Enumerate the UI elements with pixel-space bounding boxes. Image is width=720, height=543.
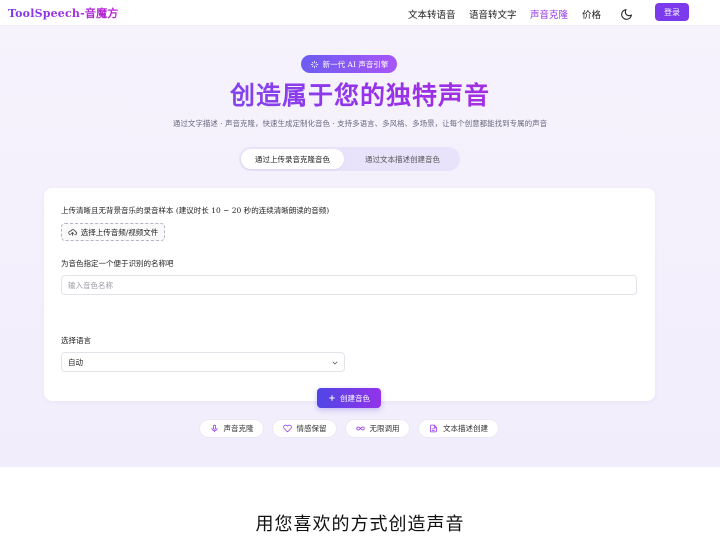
feature-label: 声音克隆 bbox=[223, 424, 254, 433]
feature-chip-text-describe: 文本描述创建 bbox=[418, 419, 499, 438]
nav-link-pricing[interactable]: 价格 bbox=[582, 7, 601, 21]
nav-link-speech-to-text[interactable]: 语音转文字 bbox=[469, 7, 517, 21]
create-voice-button[interactable]: 创建音色 bbox=[317, 388, 381, 408]
plus-icon bbox=[329, 395, 335, 401]
section-heading: 用您喜欢的方式创造声音 bbox=[255, 514, 465, 535]
nav-link-text-to-speech[interactable]: 文本转语音 bbox=[408, 7, 456, 21]
chevron-down-icon bbox=[332, 361, 338, 365]
nav-link-voice-clone[interactable]: 声音克隆 bbox=[530, 7, 568, 21]
tab-upload-clone[interactable]: 通过上传录音克隆音色 bbox=[241, 149, 344, 169]
feature-label: 无限调用 bbox=[369, 424, 400, 433]
mode-tabs: 通过上传录音克隆音色 通过文本描述创建音色 bbox=[239, 147, 460, 171]
tab-text-describe[interactable]: 通过文本描述创建音色 bbox=[347, 149, 458, 169]
upload-label: 上传清晰且无背景音乐的录音样本 (建议时长 10 ~ 20 秒的连续清晰朗读的音… bbox=[61, 206, 330, 215]
feature-chip-unlimited: 无限调用 bbox=[345, 419, 410, 438]
language-label: 选择语言 bbox=[61, 336, 91, 345]
cloud-upload-icon bbox=[68, 228, 77, 236]
sparkle-icon bbox=[310, 60, 318, 68]
create-button-label: 创建音色 bbox=[340, 393, 370, 403]
feature-chip-emotion: 情感保留 bbox=[272, 419, 337, 438]
feature-label: 情感保留 bbox=[296, 424, 327, 433]
top-navbar: ToolSpeech-音魔方 文本转语音 语音转文字 声音克隆 价格 登录 bbox=[0, 0, 720, 26]
brand-logo[interactable]: ToolSpeech-音魔方 bbox=[8, 5, 118, 21]
moon-icon[interactable] bbox=[620, 6, 633, 20]
infinity-icon bbox=[355, 426, 365, 431]
microphone-icon bbox=[211, 424, 217, 433]
hero-section: 新一代 AI 声音引擎 创造属于您的独特声音 通过文字描述 · 声音克隆，快速生… bbox=[0, 26, 720, 467]
login-button[interactable]: 登录 bbox=[655, 3, 689, 21]
voice-name-input[interactable] bbox=[61, 275, 637, 295]
feature-chip-voice-clone: 声音克隆 bbox=[199, 419, 264, 438]
clone-form-card: 上传清晰且无背景音乐的录音样本 (建议时长 10 ~ 20 秒的连续清晰朗读的音… bbox=[44, 188, 655, 408]
ai-engine-badge: 新一代 AI 声音引擎 bbox=[301, 55, 397, 73]
upload-button-label: 选择上传音频/视频文件 bbox=[80, 227, 159, 237]
upload-file-button[interactable]: 选择上传音频/视频文件 bbox=[61, 223, 165, 241]
document-icon bbox=[430, 424, 437, 433]
page-title: 创造属于您的独特声音 bbox=[0, 80, 720, 112]
heart-icon bbox=[282, 424, 292, 433]
voice-name-label: 为音色指定一个便于识别的名称吧 bbox=[61, 259, 174, 268]
badge-label: 新一代 AI 声音引擎 bbox=[322, 59, 389, 69]
feature-label: 文本描述创建 bbox=[443, 424, 488, 433]
language-select[interactable]: 自动 bbox=[61, 352, 345, 372]
page-subtitle: 通过文字描述 · 声音克隆，快速生成定制化音色 · 支持多语言、多风格、多场景，… bbox=[172, 119, 548, 128]
language-select-value: 自动 bbox=[68, 357, 83, 367]
